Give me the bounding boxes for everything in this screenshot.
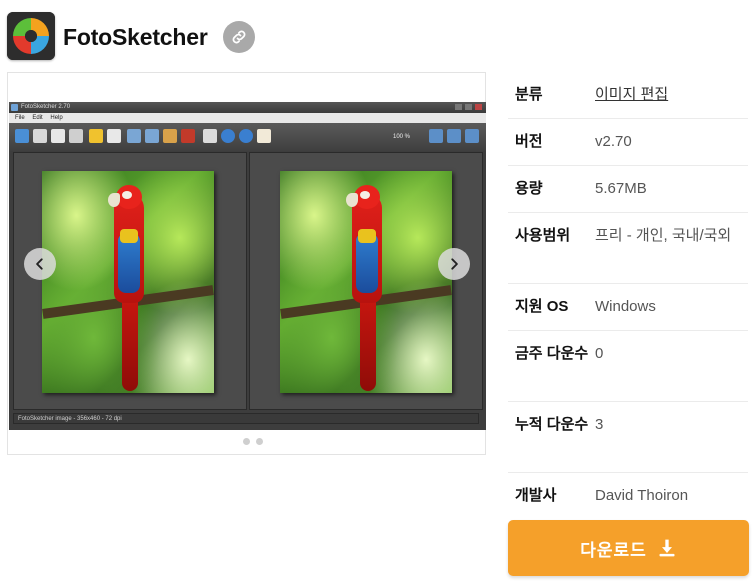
- info-value: v2.70: [595, 133, 632, 150]
- image-edit-icon: [145, 129, 159, 143]
- download-icon: [659, 539, 675, 557]
- zoom-out-icon: [447, 129, 461, 143]
- info-label: 지원 OS: [515, 298, 569, 315]
- app-logo: [7, 12, 55, 60]
- zoom-in-icon: [429, 129, 443, 143]
- info-row-license: 사용범위 프리 - 개인, 국내/국외: [508, 213, 748, 284]
- undo-icon: [89, 129, 103, 143]
- gallery-next-button[interactable]: [438, 248, 470, 280]
- info-row-os: 지원 OS Windows: [508, 284, 748, 331]
- info-label: 금주 다운수: [515, 345, 589, 362]
- screenshot-gallery: FotoSketcher 2.70 File Edit Help 100 % F…: [7, 72, 486, 455]
- gallery-pagination: [243, 438, 263, 445]
- zoom-fit-icon: [465, 129, 479, 143]
- chevron-right-icon: [451, 258, 458, 270]
- shot-window-titlebar: FotoSketcher 2.70: [9, 102, 486, 113]
- coffee-icon: [257, 129, 271, 143]
- result-pane: [249, 152, 483, 410]
- shot-zoom-level: 100 %: [392, 134, 410, 140]
- parrot-photo-original: [42, 171, 214, 393]
- shot-window-title: FotoSketcher 2.70: [21, 104, 71, 110]
- paste-icon: [69, 129, 83, 143]
- shot-menu-file: File: [15, 115, 25, 121]
- copy-icon: [51, 129, 65, 143]
- info-row-size: 용량 5.67MB: [508, 166, 748, 213]
- info-row-developer: 개발사 David Thoiron: [508, 473, 748, 520]
- info-row-category: 분류 이미지 편집: [508, 72, 748, 119]
- redo-icon: [107, 129, 121, 143]
- download-button[interactable]: 다운로드: [508, 520, 749, 576]
- category-link[interactable]: 이미지 편집: [595, 83, 748, 118]
- info-value: David Thoiron: [595, 487, 689, 504]
- info-label: 개발사: [515, 487, 557, 504]
- gallery-prev-button[interactable]: [24, 248, 56, 280]
- shot-toolbar: 100 %: [9, 123, 486, 151]
- info-label: 사용범위: [515, 227, 571, 244]
- download-label: 다운로드: [580, 540, 647, 560]
- info-value: 5.67MB: [595, 180, 647, 197]
- info-label: 분류: [515, 86, 543, 103]
- help-icon: [239, 129, 253, 143]
- shot-menu-help: Help: [50, 115, 63, 121]
- palette-icon: [163, 129, 177, 143]
- image-icon: [127, 129, 141, 143]
- info-label: 용량: [515, 180, 543, 197]
- info-row-total-downloads: 누적 다운수 3: [508, 402, 748, 473]
- parrot-photo-result: [280, 171, 452, 393]
- app-title: FotoSketcher: [63, 24, 208, 50]
- save-icon: [33, 129, 47, 143]
- info-label: 버전: [515, 133, 543, 150]
- copy-link-button[interactable]: [223, 21, 255, 53]
- gallery-dot[interactable]: [256, 438, 263, 445]
- chevron-left-icon: [36, 258, 43, 270]
- software-info-table: 분류 이미지 편집 버전 v2.70 용량 5.67MB 사용범위 프리 - 개…: [508, 72, 748, 520]
- info-value: 3: [595, 416, 604, 433]
- shot-menu-edit: Edit: [32, 115, 43, 121]
- info-value: 프리 - 개인, 국내/국외: [595, 227, 732, 244]
- open-icon: [15, 129, 29, 143]
- link-icon: [232, 30, 246, 44]
- info-row-version: 버전 v2.70: [508, 119, 748, 166]
- info-icon: [221, 129, 235, 143]
- screenshot-image: FotoSketcher 2.70 File Edit Help 100 % F…: [9, 102, 486, 430]
- gallery-dot[interactable]: [243, 438, 250, 445]
- info-label: 누적 다운수: [515, 416, 589, 433]
- original-pane: [13, 152, 247, 410]
- shot-statusbar: FotoSketcher image - 356x460 - 72 dpi: [13, 413, 479, 424]
- shot-menubar: File Edit Help: [9, 113, 486, 123]
- info-value: 0: [595, 345, 604, 362]
- print-icon: [203, 129, 217, 143]
- info-value: Windows: [595, 298, 656, 315]
- info-row-weekly-downloads: 금주 다운수 0: [508, 331, 748, 402]
- text-icon: [181, 129, 195, 143]
